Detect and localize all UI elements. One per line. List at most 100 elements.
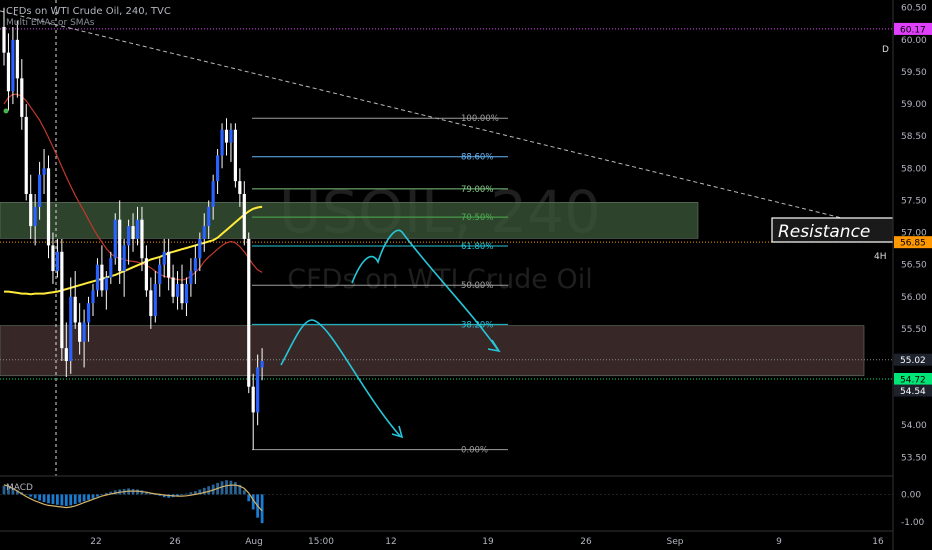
candle-body: [135, 219, 140, 239]
candle-body: [109, 258, 113, 278]
macd-bar: [51, 494, 55, 504]
macd-tick-label-1: -1.00: [901, 518, 925, 528]
x-tick-label-3: 15:00: [308, 537, 334, 547]
candle-body: [2, 26, 6, 53]
candle-body: [100, 264, 104, 291]
y-tick-label-13: 54.00: [901, 421, 927, 431]
fib-label-7: 0.00%: [461, 446, 488, 456]
macd-bar: [189, 492, 193, 495]
macd-bar: [42, 494, 46, 503]
candle-body: [38, 174, 42, 207]
candle-body: [260, 361, 264, 368]
fib-label-4: 61.80%: [461, 242, 493, 252]
x-tick-label-7: Sep: [667, 537, 684, 547]
price-tag-1: 56.85: [900, 239, 926, 249]
y-tick-label-8: 56.50: [901, 261, 927, 271]
macd-bar: [136, 489, 139, 495]
candle-body: [64, 348, 68, 362]
candle-body: [104, 277, 108, 291]
candle-body: [86, 303, 91, 323]
candle-body: [127, 226, 131, 246]
fib-label-1: 88.60%: [461, 153, 493, 163]
candle-body: [78, 322, 82, 342]
chart-title: CFDs on WTI Crude Oil, 240, TVC: [6, 6, 171, 17]
macd-bar: [47, 494, 50, 504]
macd-bar: [33, 494, 37, 499]
candle-body: [162, 251, 166, 265]
macd-bar: [2, 485, 6, 495]
candle-body: [220, 129, 224, 156]
candle-body: [193, 258, 197, 272]
macd-bar: [64, 494, 68, 506]
candle-body: [15, 39, 19, 79]
candle-body: [171, 277, 175, 297]
price-chart[interactable]: USOIL, 240CFDs on WTI Crude Oil100.00%88…: [0, 0, 932, 550]
candle-body: [256, 367, 260, 413]
y-tick-label-4: 58.50: [901, 132, 927, 142]
macd-bar: [220, 481, 224, 495]
candle-body: [251, 386, 255, 413]
macd-bar: [91, 494, 95, 499]
price-tag-2: 55.02: [900, 356, 926, 366]
x-tick-label-9: 16: [872, 537, 884, 547]
x-tick-label-4: 12: [385, 537, 396, 547]
macd-bar: [73, 494, 77, 504]
candle-body: [153, 283, 157, 317]
macd-bar: [229, 480, 233, 495]
candle-body: [180, 283, 184, 304]
price-axis-bg: [893, 0, 932, 550]
macd-bar: [24, 494, 28, 496]
x-tick-label-5: 19: [482, 537, 494, 547]
y-tick-label-3: 59.00: [901, 100, 927, 110]
timeframe-d-label: D: [882, 45, 889, 55]
candle-body: [46, 168, 51, 246]
macd-bar: [60, 494, 64, 506]
candle-body: [233, 129, 237, 182]
candle-body: [20, 78, 24, 117]
fib-label-2: 79.00%: [461, 185, 493, 195]
x-tick-label-1: 26: [169, 537, 181, 547]
candle-body: [24, 116, 28, 194]
macd-bar: [38, 494, 41, 501]
candle-body: [131, 226, 135, 239]
candle-body: [60, 251, 64, 349]
macd-bar: [185, 493, 188, 495]
candle-body: [202, 226, 206, 239]
candle-body: [144, 258, 148, 291]
macd-bar: [96, 494, 99, 497]
candle-body: [247, 238, 251, 387]
macd-bar: [69, 494, 73, 506]
y-tick-label-10: 55.50: [901, 325, 927, 335]
candle-body: [198, 238, 202, 259]
indicator-label: Multi EMAs or SMAs: [6, 18, 95, 28]
candle-body: [91, 290, 95, 304]
support-zone: [0, 325, 865, 377]
candle-body: [149, 290, 153, 317]
price-tag-3: 54.72: [900, 375, 926, 385]
y-tick-label-14: 53.50: [901, 453, 927, 463]
candle-body: [224, 129, 229, 143]
candle-body: [118, 219, 122, 272]
x-tick-label-2: Aug: [245, 537, 263, 547]
candle-body: [184, 283, 189, 304]
fib-label-5: 50.00%: [461, 281, 493, 291]
x-tick-label-6: 26: [580, 537, 592, 547]
macd-bar: [29, 494, 33, 497]
candle-body: [238, 181, 242, 194]
candle-body: [158, 264, 162, 284]
resistance-label: Resistance: [778, 222, 870, 242]
macd-bar: [207, 486, 211, 495]
candle-body: [51, 245, 55, 272]
macd-bar: [56, 494, 59, 505]
candle-body: [33, 206, 37, 227]
macd-bar: [87, 494, 90, 500]
signal-dot: [3, 108, 9, 114]
candle-body: [175, 283, 180, 297]
candle-body: [167, 251, 171, 278]
macd-bar: [100, 494, 104, 496]
macd-bar: [260, 494, 264, 524]
y-tick-label-9: 56.00: [901, 293, 927, 303]
macd-bar: [225, 480, 228, 495]
x-tick-label-8: 9: [776, 537, 782, 547]
candle-body: [69, 296, 73, 362]
